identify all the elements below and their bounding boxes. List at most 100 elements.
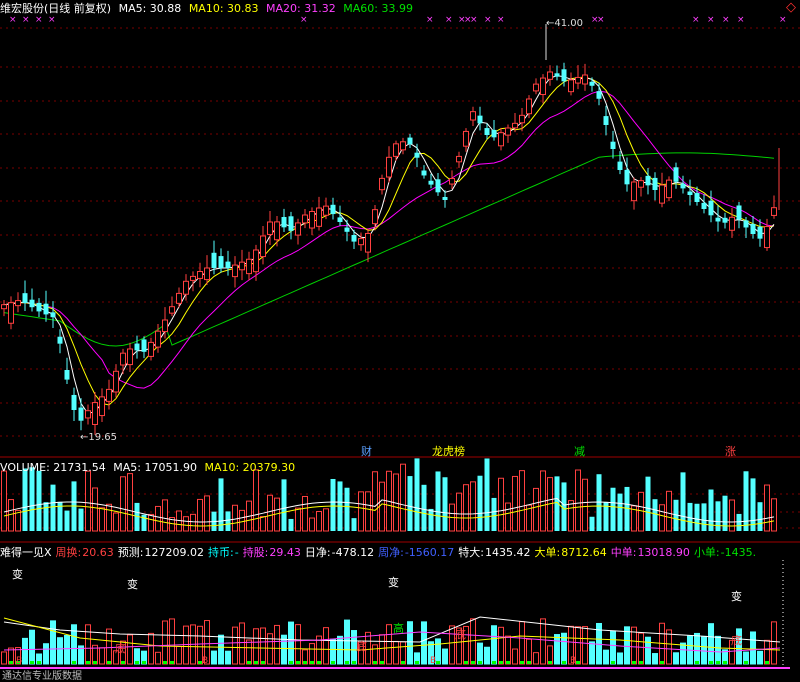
indicator-bar: [519, 621, 525, 665]
dadan-value: 8712.64: [561, 546, 607, 559]
indicator-bar: [106, 628, 112, 665]
volume-bar-up: [575, 469, 581, 532]
signal-b: B: [202, 656, 209, 666]
candle-up: [575, 76, 581, 84]
volume-bar-up: [253, 469, 259, 532]
volume-bar-up: [8, 499, 14, 532]
indicator-bar: [22, 637, 28, 665]
candle-up: [232, 264, 238, 278]
indicator-tick: [527, 661, 531, 664]
indicator-tick: [317, 661, 321, 664]
candle-up: [302, 214, 308, 224]
indicator-bar: [750, 631, 756, 665]
candle-down: [351, 234, 357, 242]
indicator-bar: [526, 638, 532, 665]
volume-bar-up: [120, 476, 126, 532]
candle-down: [645, 175, 651, 186]
signal-b: B: [16, 656, 23, 666]
candle-down: [477, 115, 483, 124]
candle-down: [64, 370, 70, 380]
indicator-bar: [155, 651, 161, 665]
volume-bar-down: [428, 508, 434, 531]
candle-down: [736, 205, 742, 220]
candle-down: [589, 81, 595, 86]
chibi-value: -: [234, 546, 239, 559]
indicator-tick: [436, 661, 440, 664]
event-tag-reduce[interactable]: 减: [574, 443, 585, 459]
candle-down: [561, 69, 567, 82]
candle-up: [512, 122, 518, 129]
volume-bar-down: [288, 518, 294, 531]
volume-bar-down: [736, 513, 742, 531]
indicator-tick: [9, 661, 13, 664]
volume-bar-down: [29, 467, 35, 531]
candle-up: [267, 221, 273, 235]
volume-bar-down: [50, 484, 56, 531]
volume-bar-down: [407, 476, 413, 531]
indicator-tick: [765, 661, 769, 664]
volume-bar-down: [645, 476, 651, 531]
volume-bar-up: [267, 494, 273, 532]
volume-bar-down: [43, 502, 49, 531]
candle-down: [281, 217, 287, 228]
indicator-bar: [708, 623, 714, 665]
candle-up: [323, 205, 329, 216]
candle-up: [15, 300, 21, 307]
candle-down: [701, 202, 707, 209]
volume-bar-up: [295, 507, 301, 532]
volume-bar-down: [757, 502, 763, 531]
event-tag-limit-up[interactable]: 涨: [725, 443, 736, 459]
indicator-tick: [499, 661, 503, 664]
candle-up: [8, 302, 14, 324]
indicator-bar: [323, 627, 329, 665]
candle-down: [288, 216, 294, 231]
candle-down: [687, 191, 693, 195]
volume-bar-down: [680, 472, 686, 531]
candle-down: [610, 141, 616, 149]
indicator-tick: [93, 661, 97, 664]
change-mark: 变: [12, 568, 23, 581]
candle-down: [673, 167, 679, 182]
volume-bar-down: [589, 516, 595, 531]
volume-bar-down: [442, 477, 448, 531]
ma10-path: [3, 76, 775, 406]
volume-bar-up: [470, 481, 476, 532]
indicator-bar: [386, 624, 392, 665]
candle-down: [337, 217, 343, 222]
signal-b: B: [570, 656, 577, 666]
indicator-bar: [162, 620, 168, 665]
indicator-tick: [72, 661, 76, 664]
indicator-bar: [715, 635, 721, 665]
indicator-bar: [491, 625, 497, 665]
yuce-value: 127209.02: [144, 546, 204, 559]
change-mark: 变: [731, 590, 742, 603]
event-tag-finance[interactable]: 财: [361, 443, 372, 459]
indicator-bar: [309, 643, 315, 665]
candle-up: [666, 179, 672, 199]
x-marker-icon: ×: [737, 15, 745, 25]
indicator-bar: [99, 647, 105, 665]
volume-bar-down: [435, 471, 441, 531]
volume-bar-down: [64, 510, 70, 531]
indicator-bar: [260, 627, 266, 665]
high-price-label: ←41.00: [546, 18, 584, 29]
indicator-bar: [638, 632, 644, 665]
candle-down: [330, 204, 336, 215]
volume-bar-up: [659, 504, 665, 532]
signal-bottom: 底: [115, 642, 126, 655]
event-tag-dragon-tiger[interactable]: 龙虎榜: [432, 443, 465, 459]
volume-bar-up: [533, 487, 539, 532]
zhoujing-value: -1560.17: [404, 546, 455, 559]
x-marker-icon: ×: [35, 15, 43, 25]
indicator-bar: [85, 624, 91, 665]
chart-canvas[interactable]: × × × × × × × ××× × × ×× × × × × ×: [0, 0, 800, 682]
volume-header: VOLUME: 21731.54 MA5: 17051.90 MA10: 203…: [0, 461, 299, 474]
candle-up: [148, 341, 154, 357]
x-marker-icon: ×: [692, 15, 700, 25]
indicator-tick: [345, 661, 349, 664]
candle-up: [1, 304, 7, 310]
x-marker-icon: ×: [707, 15, 715, 25]
indicator-bar: [288, 621, 294, 665]
candle-up: [631, 181, 637, 202]
candle-down: [435, 179, 441, 193]
